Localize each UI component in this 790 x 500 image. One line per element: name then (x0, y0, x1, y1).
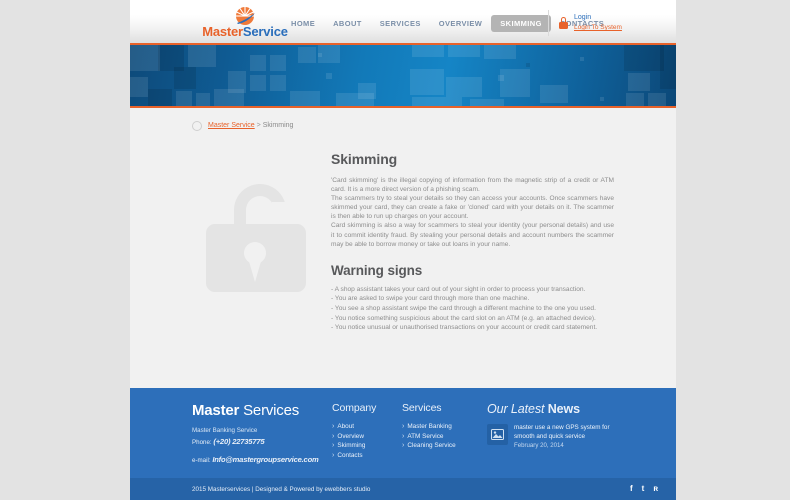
main-content: Skimming 'Card skimming' is the illegal … (130, 143, 676, 333)
list-item: - A shop assistant takes your card out o… (331, 285, 586, 293)
list-item: - You notice unusual or unauthorised tra… (331, 324, 598, 332)
footer-news-title: Our Latest News (487, 402, 614, 416)
nav-item-home[interactable]: HOME (282, 15, 324, 32)
footer-phone-value: (+20) 22735775 (213, 437, 265, 446)
breadcrumb-separator: > (256, 122, 261, 129)
list-item: - You notice something suspicious about … (331, 314, 596, 322)
rss-icon[interactable]: ʀ (653, 485, 658, 493)
footer-company-title: Company (332, 402, 377, 414)
facebook-icon[interactable]: f (630, 485, 633, 493)
twitter-icon[interactable]: t (642, 485, 645, 493)
footer-bottom-bar: 2015 Masterservices | Designed & Powered… (130, 478, 676, 500)
padlock-illustration (192, 151, 327, 333)
article-paragraph: 'Card skimming' is the illegal copying o… (331, 177, 614, 194)
footer-link-contacts[interactable]: Contacts (332, 451, 402, 461)
site-header: MasterService HOME ABOUT SERVICES OVERVI… (130, 0, 676, 45)
footer-email-value[interactable]: Info@mastergroupservice.com (212, 455, 318, 464)
page-title: Skimming (331, 151, 398, 167)
login-box: Login Login To System (548, 10, 658, 36)
footer-news-column: Our Latest News master use a new GPS sys… (487, 402, 614, 464)
list-item: - You see a shop assistant swipe the car… (331, 304, 596, 312)
footer-brand: Master Services (192, 402, 332, 420)
breadcrumb-home-icon (192, 120, 202, 131)
article-paragraph: The scammers try to steal your details s… (331, 195, 614, 221)
article-paragraph: Card skimming is also a way for scammers… (331, 222, 614, 248)
nav-item-about[interactable]: ABOUT (324, 15, 371, 32)
footer-link-skimming[interactable]: Skimming (332, 441, 402, 451)
footer-link-master-banking[interactable]: Master Banking (402, 422, 487, 432)
footer-email: e-mail: Info@mastergroupservice.com (192, 455, 332, 464)
footer-link-about[interactable]: About (332, 422, 402, 432)
footer-email-label: e-mail: (192, 457, 211, 464)
login-to-system-link[interactable]: Login To System (574, 23, 622, 33)
image-placeholder-icon (487, 424, 508, 445)
footer-brand-master: Master (192, 402, 240, 419)
list-item: - You are asked to swipe your card throu… (331, 295, 530, 303)
login-links: Login Login To System (574, 13, 622, 33)
footer-link-overview[interactable]: Overview (332, 432, 402, 442)
breadcrumb: Master Service > Skimming (130, 108, 676, 143)
site-footer: Master Services Master Banking Service P… (130, 388, 676, 500)
footer-link-atm-service[interactable]: ATM Service (402, 432, 487, 442)
article: Skimming 'Card skimming' is the illegal … (327, 151, 614, 333)
footer-phone: Phone: (+20) 22735775 (192, 437, 332, 446)
news-headline: master use a new GPS system for smooth a… (514, 424, 610, 440)
footer-services-title: Services (402, 402, 442, 414)
social-links: f t ʀ (630, 485, 658, 493)
breadcrumb-home-link[interactable]: Master Service (208, 122, 255, 129)
breadcrumb-current: Skimming (262, 122, 294, 129)
footer-news-title-bold: News (547, 402, 581, 416)
footer-services-links: Master Banking ATM Service Cleaning Serv… (402, 422, 487, 451)
nav-item-services[interactable]: SERVICES (371, 15, 430, 32)
warning-signs-title: Warning signs (331, 262, 423, 278)
footer-services-column: Services Master Banking ATM Service Clea… (402, 402, 487, 464)
nav-item-skimming[interactable]: SKIMMING (491, 15, 551, 32)
warning-signs-list: - A shop assistant takes your card out o… (331, 285, 614, 333)
footer-brand-column: Master Services Master Banking Service P… (192, 402, 332, 464)
page-root: MasterService HOME ABOUT SERVICES OVERVI… (0, 0, 790, 500)
news-date: February 20, 2014 (514, 442, 564, 450)
logo-text-master: Master (202, 24, 243, 39)
hero-banner (130, 45, 676, 108)
news-item[interactable]: master use a new GPS system for smooth a… (487, 424, 614, 449)
footer-phone-label: Phone: (192, 439, 212, 446)
site-container: MasterService HOME ABOUT SERVICES OVERVI… (130, 0, 676, 500)
footer-brand-services: Services (243, 402, 300, 419)
lock-icon (559, 17, 568, 29)
sunburst-logo-icon (228, 3, 262, 25)
login-link[interactable]: Login (574, 13, 622, 23)
nav-item-overview[interactable]: OVERVIEW (430, 15, 492, 32)
copyright-text: 2015 Masterservices | Designed & Powered… (192, 485, 371, 493)
footer-company-column: Company About Overview Skimming Contacts (332, 402, 402, 464)
footer-company-links: About Overview Skimming Contacts (332, 422, 402, 460)
footer-news-title-italic: Our Latest (487, 402, 545, 416)
footer-link-cleaning-service[interactable]: Cleaning Service (402, 441, 487, 451)
footer-tagline: Master Banking Service (192, 427, 258, 434)
